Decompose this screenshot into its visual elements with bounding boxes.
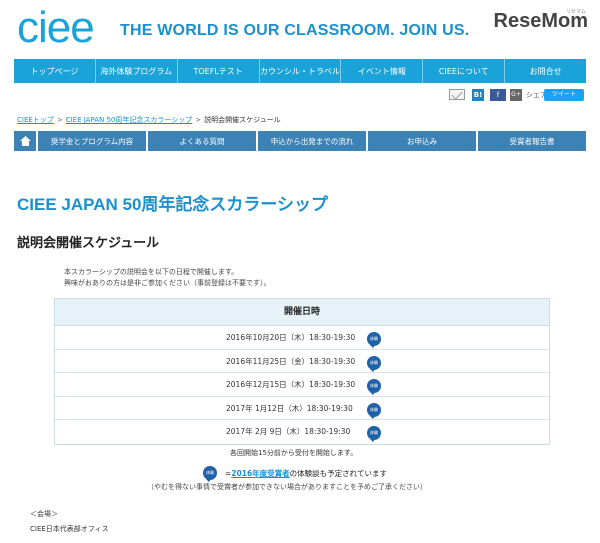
tweet-button[interactable]: ツイート	[544, 89, 584, 101]
intro-text: 本スカラーシップの説明会を以下の日程で開催します。 興味がおありの方は是非ご参加…	[64, 267, 271, 289]
main-nav: トップページ 海外体験プログラム TOEFLテスト カウンシル・トラベル イベン…	[14, 59, 586, 83]
sub-nav: 奨学金とプログラム内容 よくある質問 申込から出発までの流れ お申込み 受賞者報…	[14, 131, 586, 151]
schedule-date: 2016年12月15日（木）18:30-19:30	[226, 380, 356, 389]
hatena-bookmark-icon[interactable]: B!	[472, 89, 484, 101]
main-nav-item-programs[interactable]: 海外体験プログラム	[96, 59, 178, 83]
table-row: 2016年10月20日（木）18:30-19:30 体験	[55, 326, 549, 350]
main-nav-item-events[interactable]: イベント情報	[341, 59, 424, 83]
main-nav-item-about[interactable]: CIEEについて	[423, 59, 506, 83]
speech-bubble-icon: 体験	[367, 402, 381, 419]
sub-nav-item-reports[interactable]: 受賞者報告書	[478, 131, 586, 151]
speech-bubble-icon: 体験	[367, 355, 381, 372]
page-title: CIEE JAPAN 50周年記念スカラーシップ	[17, 195, 329, 214]
table-row: 2017年 2月 9日（木）18:30-19:30 体験	[55, 420, 549, 444]
sub-nav-item-scholarship[interactable]: 奨学金とプログラム内容	[38, 131, 146, 151]
venue-label: ＜会場＞	[30, 510, 58, 518]
mail-share-icon[interactable]	[449, 89, 465, 100]
google-plus-icon[interactable]: G+	[510, 89, 522, 101]
page-subtitle: 説明会開催スケジュール	[17, 236, 160, 251]
breadcrumb-home-link[interactable]: CIEEトップ	[17, 116, 54, 124]
resemom-logo-sub: リセマム	[565, 9, 586, 15]
legend-rest: の体験談も予定されています	[289, 469, 387, 478]
speech-bubble-icon: 体験	[203, 466, 217, 482]
table-row: 2017年 1月12日（木）18:30-19:30 体験	[55, 397, 549, 420]
speech-bubble-icon: 体験	[367, 332, 381, 348]
sub-nav-item-faq[interactable]: よくある質問	[148, 131, 256, 151]
breadcrumb-separator: >	[56, 116, 63, 124]
schedule-date: 2017年 1月12日（木）18:30-19:30	[226, 403, 353, 413]
legend-text: =2016年度受賞者の体験談も予定されています	[225, 468, 387, 479]
speech-bubble-icon: 体験	[367, 426, 381, 442]
intro-line: 本スカラーシップの説明会を以下の日程で開催します。	[64, 268, 239, 276]
breadcrumb-separator: >	[195, 116, 202, 124]
schedule-date: 2017年 2月 9日（木）18:30-19:30	[226, 427, 351, 436]
schedule-header: 開催日時	[55, 299, 549, 326]
breadcrumb: CIEEトップ > CIEE JAPAN 50周年記念スカラーシップ > 説明会開催スケ…	[17, 115, 281, 125]
home-button[interactable]	[14, 131, 36, 151]
intro-line: 興味がおありの方は是非ご参加ください（事前登録は不要です）。	[64, 279, 271, 287]
main-nav-item-top[interactable]: トップページ	[14, 59, 96, 83]
sub-nav-item-flow[interactable]: 申込から出発までの流れ	[258, 131, 366, 151]
main-nav-item-travel[interactable]: カウンシル・トラベル	[260, 59, 342, 83]
schedule-date: 2016年11月25日（金）18:30-19:30	[226, 356, 356, 366]
sub-nav-item-apply[interactable]: お申込み	[368, 131, 476, 151]
home-icon	[19, 136, 31, 146]
breadcrumb-parent-link[interactable]: CIEE JAPAN 50周年記念スカラーシップ	[66, 116, 193, 124]
table-row: 2016年11月25日（金）18:30-19:30 体験	[55, 350, 549, 373]
venue-name: CIEE日本代表部オフィス	[30, 525, 109, 533]
main-nav-item-contact[interactable]: お問合せ	[505, 59, 586, 83]
reception-note: 各回開始15分前から受付を開始します。	[230, 449, 358, 457]
table-row: 2016年12月15日（木）18:30-19:30 体験	[55, 373, 549, 397]
breadcrumb-current: 説明会開催スケジュール	[204, 116, 281, 124]
site-header: ciee THE WORLD IS OUR CLASSROOM. JOIN US…	[0, 0, 600, 58]
schedule-date: 2016年10月20日（木）18:30-19:30	[226, 333, 356, 342]
speech-bubble-icon: 体験	[367, 379, 381, 395]
site-tagline: THE WORLD IS OUR CLASSROOM. JOIN US.	[120, 22, 470, 39]
facebook-share-icon[interactable]: f	[490, 89, 506, 101]
disclaimer-note: （やむを得ない事情で受賞者が参加できない場合がありますことを予めご了承ください）	[147, 483, 427, 491]
awardees-link[interactable]: 2016年度受賞者	[231, 469, 289, 478]
ciee-logo[interactable]: ciee	[17, 4, 95, 52]
schedule-table: 開催日時 2016年10月20日（木）18:30-19:30 体験 2016年1…	[54, 298, 550, 445]
main-nav-item-toefl[interactable]: TOEFLテスト	[178, 59, 260, 83]
